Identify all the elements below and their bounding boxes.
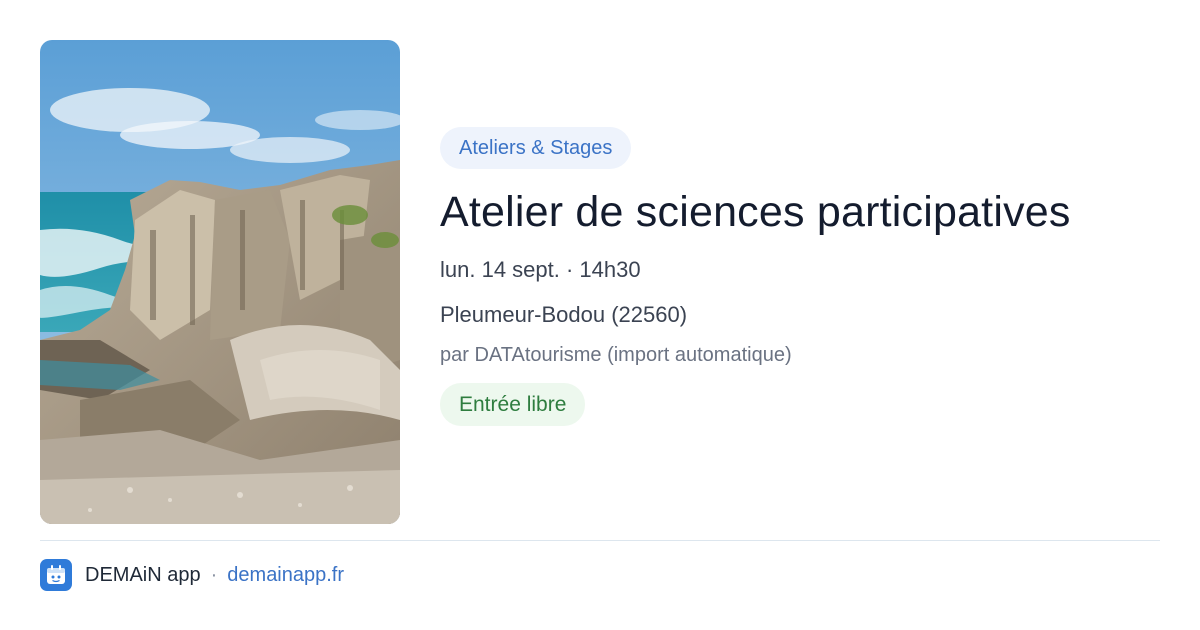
- event-card[interactable]: Ateliers & Stages Atelier de sciences pa…: [40, 40, 1160, 525]
- app-name: DEMAiN app: [85, 563, 201, 586]
- category-badge[interactable]: Ateliers & Stages: [440, 127, 632, 169]
- price-badge: Entrée libre: [440, 383, 586, 426]
- footer-separator: ·: [210, 563, 218, 586]
- app-domain-link[interactable]: demainapp.fr: [227, 564, 344, 587]
- event-title: Atelier de sciences participatives: [440, 188, 1071, 236]
- event-author: par DATAtourisme (import automatique): [440, 344, 792, 366]
- footer-divider: [40, 540, 1160, 541]
- event-location: Pleumeur-Bodou (22560): [440, 302, 688, 327]
- footer: DEMAiN app · demainapp.fr: [40, 558, 344, 592]
- demain-app-icon[interactable]: [40, 559, 72, 591]
- event-date: lun. 14 sept. · 14h30: [440, 257, 641, 282]
- event-details: Ateliers & Stages Atelier de sciences pa…: [440, 127, 1160, 426]
- event-image: [40, 40, 400, 524]
